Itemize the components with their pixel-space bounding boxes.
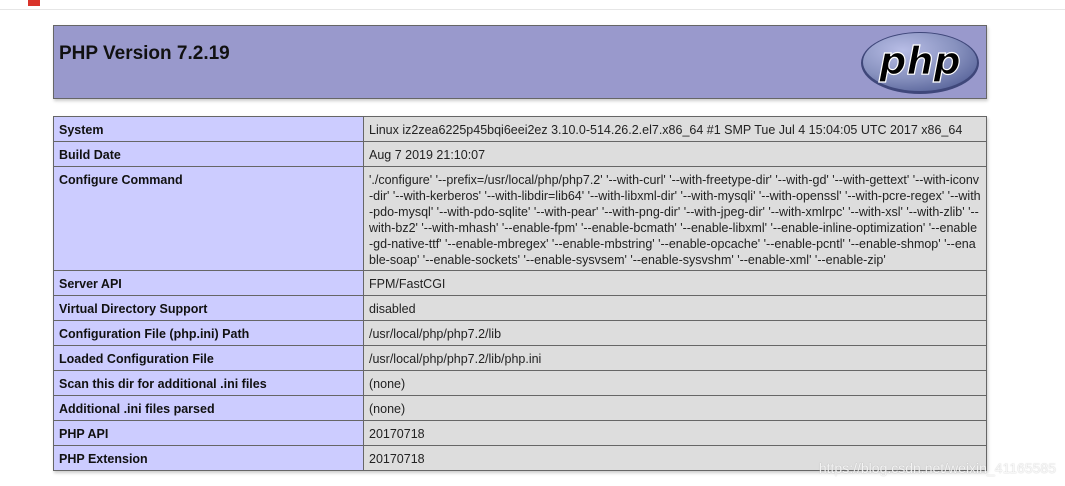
row-value: 20170718 xyxy=(363,420,987,446)
row-value: './configure' '--prefix=/usr/local/php/p… xyxy=(363,166,987,271)
row-value: Linux iz2zea6225p45bqi6eei2ez 3.10.0-514… xyxy=(363,116,987,142)
bookmark-item-cutoff[interactable] xyxy=(28,0,44,6)
row-value: disabled xyxy=(363,295,987,321)
bookmark-item-cutoff[interactable] xyxy=(0,0,3,6)
table-row: Virtual Directory Support disabled xyxy=(53,295,987,321)
row-value: (none) xyxy=(363,395,987,421)
row-label: Configuration File (php.ini) Path xyxy=(53,320,364,346)
watermark-text: https://blog.csdn.net/weixin_41165585 xyxy=(818,460,1056,476)
row-label: PHP Extension xyxy=(53,445,364,471)
table-row: System Linux iz2zea6225p45bqi6eei2ez 3.10… xyxy=(53,116,987,142)
table-row: PHP API 20170718 xyxy=(53,420,987,446)
table-row: Build Date Aug 7 2019 21:10:07 xyxy=(53,141,987,167)
row-value: FPM/FastCGI xyxy=(363,270,987,296)
row-value: /usr/local/php/php7.2/lib xyxy=(363,320,987,346)
table-row: Scan this dir for additional .ini files(… xyxy=(53,370,987,396)
row-label: Build Date xyxy=(53,141,364,167)
php-version-header: PHP Version 7.2.19 php xyxy=(53,25,987,99)
table-row: Configure Command './configure' '--prefix… xyxy=(53,166,987,271)
table-row: Configuration File (php.ini) Path/usr/lo… xyxy=(53,320,987,346)
php-info-table: System Linux iz2zea6225p45bqi6eei2ez 3.10… xyxy=(53,116,987,471)
row-value: (none) xyxy=(363,370,987,396)
php-logo-text: php xyxy=(878,39,960,83)
page-title: PHP Version 7.2.19 xyxy=(59,43,230,64)
row-label: Additional .ini files parsed xyxy=(53,395,364,421)
row-value: /usr/local/php/php7.2/lib/php.ini xyxy=(363,345,987,371)
bookmarks-bar xyxy=(0,0,1065,10)
row-label: Configure Command xyxy=(53,166,364,271)
row-value: Aug 7 2019 21:10:07 xyxy=(363,141,987,167)
row-label: Server API xyxy=(53,270,364,296)
bookmark-favicon-icon xyxy=(28,0,40,6)
row-label: Loaded Configuration File xyxy=(53,345,364,371)
row-label: Virtual Directory Support xyxy=(53,295,364,321)
php-logo-icon[interactable]: php xyxy=(859,30,981,96)
row-label: Scan this dir for additional .ini files xyxy=(53,370,364,396)
table-row: Additional .ini files parsed (none) xyxy=(53,395,987,421)
row-label: PHP API xyxy=(53,420,364,446)
table-row: Loaded Configuration File/usr/local/php/… xyxy=(53,345,987,371)
table-row: Server API FPM/FastCGI xyxy=(53,270,987,296)
row-label: System xyxy=(53,116,364,142)
